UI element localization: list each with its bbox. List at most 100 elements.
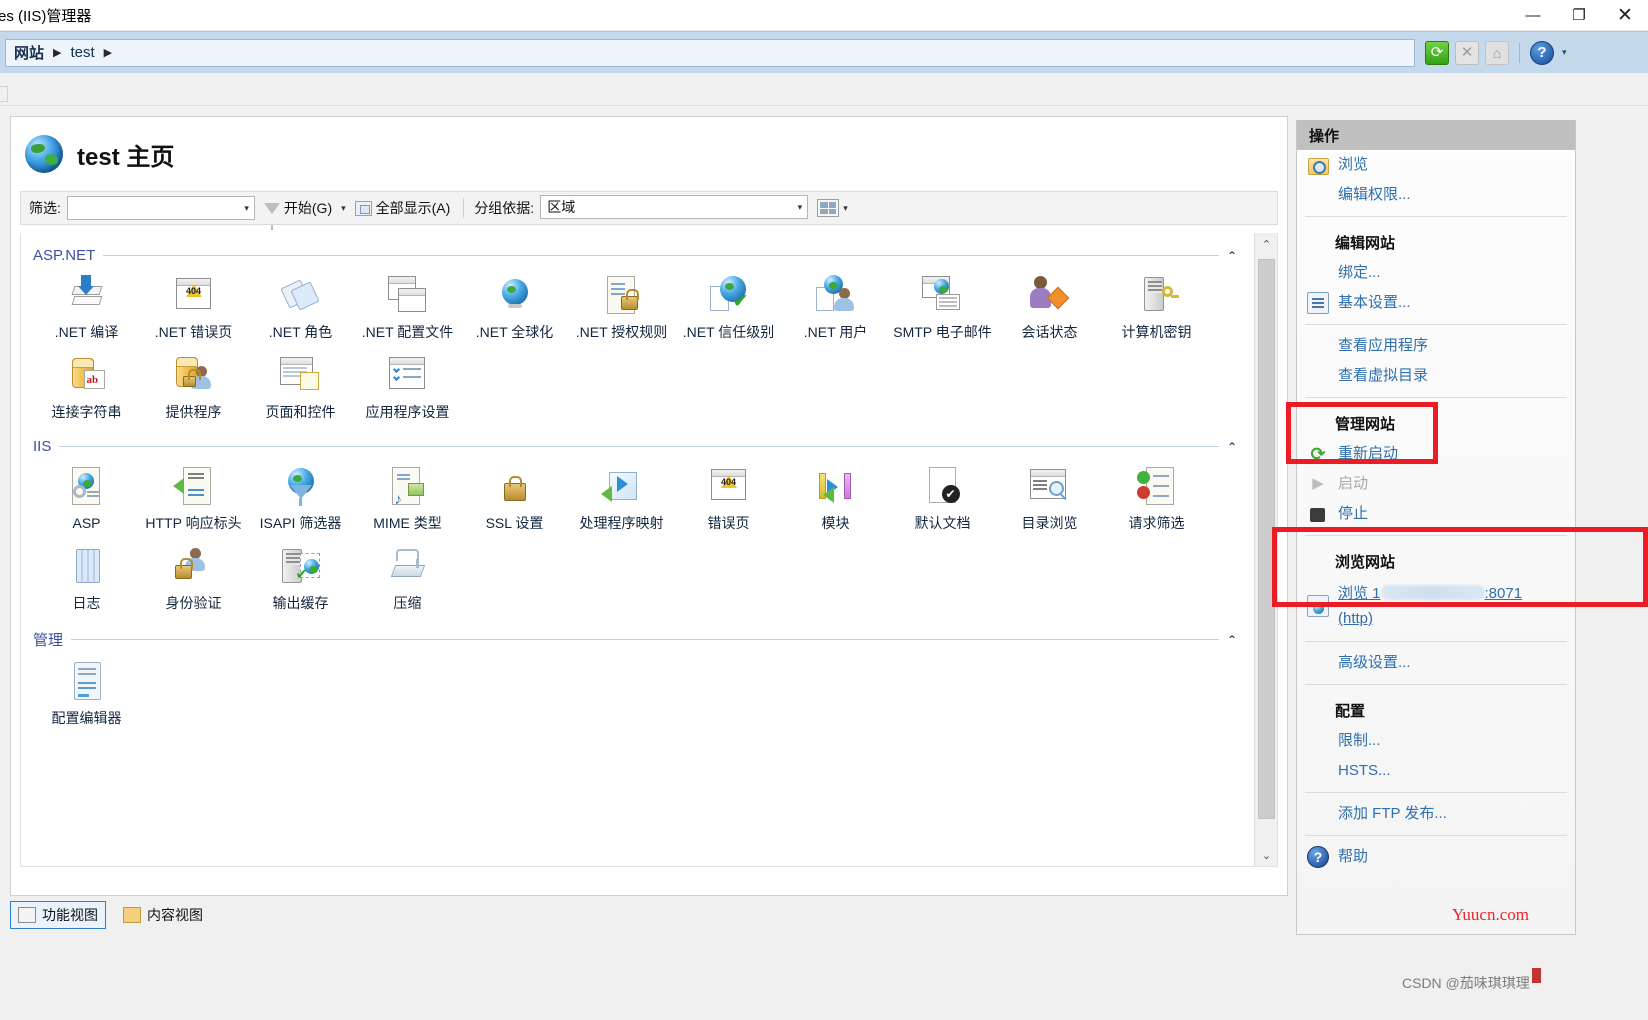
show-all-button[interactable]: 全部显示(A) [352, 198, 454, 218]
feature-tile-mime-types[interactable]: ♪ MIME 类型 [354, 461, 461, 541]
actions-pane: 操作 浏览 编辑权限... 编辑网站 绑定... 基本设置... 查看应用程序 … [1296, 120, 1576, 935]
action-limits[interactable]: 限制... [1297, 726, 1575, 756]
feature-tile-net-authorization-rules[interactable]: .NET 授权规则 [568, 270, 675, 350]
breadcrumb-site[interactable]: test [70, 44, 94, 61]
feature-tile-logging[interactable]: 日志 [33, 541, 140, 621]
group-by-caret-icon[interactable]: ▾ [798, 202, 803, 213]
smtp-email-icon [920, 274, 966, 318]
filter-go-button[interactable]: 开始(G) [261, 198, 335, 230]
chevron-up-icon[interactable]: ⌃ [1227, 249, 1237, 263]
feature-tile-net-error-pages[interactable]: 404 .NET 错误页 [140, 270, 247, 350]
group-rule [103, 255, 1219, 256]
restart-icon: ⟳ [1310, 444, 1326, 464]
browse-site-protocol: (http) [1338, 610, 1374, 627]
feature-tiles: ASP HTTP 响应标头 ISAPI 筛选器 ♪ MIME 类型 SSL 设置… [33, 461, 1253, 621]
minimize-button[interactable]: — [1510, 0, 1556, 30]
feature-group-management: 管理 ⌃ 配置编辑器 [33, 629, 1253, 736]
breadcrumb-root[interactable]: 网站 [14, 42, 44, 63]
features-view-icon [18, 907, 36, 923]
help-dropdown-caret-icon[interactable]: ▾ [1562, 47, 1567, 58]
home-icon[interactable]: ⌂ [1485, 40, 1509, 65]
feature-tile-authentication[interactable]: 身份验证 [140, 541, 247, 621]
feature-tile-label: 默认文档 [914, 515, 971, 531]
feature-tile-default-document[interactable]: ✔ 默认文档 [889, 461, 996, 541]
group-header[interactable]: IIS ⌃ [33, 438, 1253, 455]
tab-features-view[interactable]: 功能视图 [10, 901, 106, 929]
feature-tile-net-trust-levels[interactable]: ✔ .NET 信任级别 [675, 270, 782, 350]
feature-tile-application-settings[interactable]: 应用程序设置 [354, 350, 461, 430]
feature-tile-error-pages[interactable]: 404 错误页 [675, 461, 782, 541]
site-globe-icon [25, 135, 63, 173]
breadcrumb[interactable]: 网站 ▶ test ▶ [5, 38, 1415, 67]
feature-tile-http-response-headers[interactable]: HTTP 响应标头 [140, 461, 247, 541]
feature-tile-handler-mappings[interactable]: 处理程序映射 [568, 461, 675, 541]
feature-tile-ssl-settings[interactable]: SSL 设置 [461, 461, 568, 541]
watermark-csdn: CSDN @茄味琪琪理 [1402, 975, 1530, 991]
action-view-virtual-directories[interactable]: 查看虚拟目录 [1297, 361, 1575, 391]
filter-caret-icon[interactable]: ▾ [244, 203, 249, 214]
group-header[interactable]: ASP.NET ⌃ [33, 247, 1253, 264]
action-basic-settings[interactable]: 基本设置... [1297, 288, 1575, 318]
action-edit-permissions[interactable]: 编辑权限... [1297, 180, 1575, 210]
feature-pane-scrollbar[interactable]: ⌃ ⌄ [1254, 233, 1277, 866]
action-advanced-settings[interactable]: 高级设置... [1297, 648, 1575, 678]
action-bindings[interactable]: 绑定... [1297, 258, 1575, 288]
action-browse[interactable]: 浏览 [1297, 150, 1575, 180]
feature-tile-smtp-email[interactable]: SMTP 电子邮件 [889, 270, 996, 350]
help-icon[interactable]: ? [1530, 40, 1554, 65]
filter-input[interactable]: ▾ [66, 196, 255, 220]
view-mode-button[interactable]: ▾ [814, 199, 851, 217]
action-help[interactable]: ? 帮助 [1297, 842, 1575, 872]
action-label: 高级设置... [1338, 654, 1411, 671]
action-restart[interactable]: ⟳ 重新启动 [1297, 439, 1575, 469]
feature-tile-machine-key[interactable]: 计算机密钥 [1103, 270, 1210, 350]
feature-tile-configuration-editor[interactable]: 配置编辑器 [33, 656, 140, 736]
feature-tile-net-roles[interactable]: .NET 角色 [247, 270, 354, 350]
view-tab-bar: 功能视图 内容视图 [10, 898, 280, 932]
action-stop[interactable]: 停止 [1297, 499, 1575, 529]
feature-tile-connection-strings[interactable]: ab 连接字符串 [33, 350, 140, 430]
stop-icon[interactable]: ✕ [1455, 40, 1479, 65]
scroll-down-icon[interactable]: ⌄ [1255, 844, 1277, 866]
providers-icon [171, 354, 217, 398]
group-by-value: 区域 [547, 199, 576, 215]
feature-tile-label: 目录浏览 [1021, 515, 1078, 531]
spacer-icon [1307, 760, 1329, 782]
feature-tile-compression[interactable]: 压缩 [354, 541, 461, 621]
feature-tile-modules[interactable]: 模块 [782, 461, 889, 541]
action-add-ftp-publishing[interactable]: 添加 FTP 发布... [1297, 799, 1575, 829]
close-button[interactable]: ✕ [1602, 0, 1648, 30]
feature-tile-label: 页面和控件 [265, 404, 336, 420]
feature-tile-net-users[interactable]: .NET 用户 [782, 270, 889, 350]
feature-tile-session-state[interactable]: 会话状态 [996, 270, 1103, 350]
feature-tile-net-profile[interactable]: .NET 配置文件 [354, 270, 461, 350]
feature-tile-net-globalization[interactable]: .NET 全球化 [461, 270, 568, 350]
handler-mappings-icon [599, 465, 645, 509]
chevron-up-icon[interactable]: ⌃ [1227, 633, 1237, 647]
feature-tile-request-filtering[interactable]: 请求筛选 [1103, 461, 1210, 541]
feature-tile-output-caching[interactable]: ✔ 输出缓存 [247, 541, 354, 621]
action-browse-site-link[interactable]: 浏览 1:8071 (http) [1297, 577, 1575, 635]
spacer-icon [1307, 652, 1329, 674]
action-view-applications[interactable]: 查看应用程序 [1297, 331, 1575, 361]
scroll-up-icon[interactable]: ⌃ [1255, 233, 1277, 255]
feature-tile-isapi-filters[interactable]: ISAPI 筛选器 [247, 461, 354, 541]
tab-label: 功能视图 [42, 907, 98, 923]
maximize-button[interactable]: ❐ [1556, 0, 1602, 30]
feature-tile-providers[interactable]: 提供程序 [140, 350, 247, 430]
feature-tile-net-compilation[interactable]: .NET 编译 [33, 270, 140, 350]
feature-tile-asp[interactable]: ASP [33, 461, 140, 541]
action-hsts[interactable]: HSTS... [1297, 756, 1575, 786]
feature-tile-label: 应用程序设置 [365, 404, 450, 420]
browse-site-label[interactable]: 浏览 1:8071 (http) [1338, 581, 1522, 631]
feature-tile-pages-and-controls[interactable]: 页面和控件 [247, 350, 354, 430]
scrollbar-thumb[interactable] [1258, 259, 1275, 819]
group-header[interactable]: 管理 ⌃ [33, 629, 1253, 650]
group-by-select[interactable]: 区域 ▾ [540, 195, 809, 219]
tab-content-view[interactable]: 内容视图 [116, 902, 210, 928]
filter-go-caret-icon[interactable]: ▾ [341, 203, 346, 214]
chevron-up-icon[interactable]: ⌃ [1227, 440, 1237, 454]
refresh-icon[interactable]: ⟳ [1425, 40, 1449, 65]
feature-tile-directory-browsing[interactable]: 目录浏览 [996, 461, 1103, 541]
feature-tile-label: 错误页 [707, 515, 750, 531]
